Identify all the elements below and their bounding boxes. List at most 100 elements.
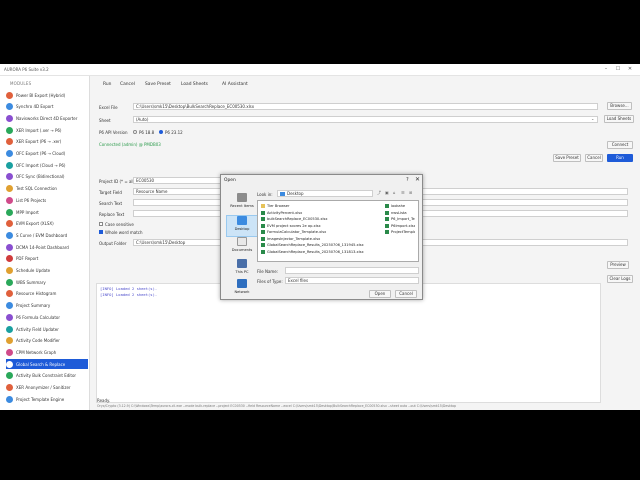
case-sensitive-checkbox[interactable] [99,222,103,226]
cancel-menu[interactable]: Cancel [120,82,135,87]
file-list[interactable]: Tier Browser ActivityPercent.xlsx bulkSear… [257,200,419,262]
place-recent-items[interactable]: Recent Items [226,193,258,215]
ai-assistant-menu[interactable]: AI Assistant [222,82,248,87]
whole-word-checkbox[interactable] [99,230,103,234]
load-sheets-menu[interactable]: Load Sheets [181,82,208,87]
file-item[interactable]: GlobalSearchReplace_Results_20250706_131… [261,249,364,255]
file-item[interactable]: GlobalSearchReplace_Results_20250706_131… [261,242,364,248]
home-icon[interactable]: ⌂ [393,190,396,195]
look-in-select[interactable]: Desktop [277,190,373,197]
sidebar-item[interactable]: Synchro 4D Export [6,102,88,112]
file-item[interactable]: Tier Browser [261,203,289,209]
sidebar-item[interactable]: Power BI Export (Hybrid) [6,90,88,100]
module-icon [6,243,13,251]
module-icon [6,267,13,274]
sidebar-item[interactable]: PDF Report [6,254,88,264]
sheet-select[interactable]: (Auto) [133,116,598,123]
sidebar-item[interactable]: S Curve / EVM Dashboard [6,230,88,240]
sidebar-item[interactable]: CPM Network Graph [6,347,88,357]
new-folder-icon[interactable]: ▣ [385,190,389,195]
excel-file-icon [261,217,265,221]
module-icon [6,126,13,134]
sidebar-item[interactable]: List P6 Projects [6,195,88,205]
save-preset-menu[interactable]: Save Preset [145,82,171,87]
sidebar-item[interactable]: DCMA 14-Point Dashboard [6,242,88,252]
status-bar: Ready. Oryx/Crypto (3.12.9) C:\Windows\T… [95,397,640,410]
cancel-button[interactable]: Cancel [585,154,603,162]
clear-logs-button[interactable]: Clear Logs [607,275,633,283]
sidebar-item-label: OFC Import (Cloud → P6) [16,162,66,168]
sidebar-item[interactable]: EVM Export (XLSX) [6,219,88,229]
documents-icon [237,237,247,246]
sidebar-item-label: Global Search & Replace [16,361,66,367]
sidebar-item[interactable]: OFC Import (Cloud → P6) [6,160,88,170]
maximize-button[interactable]: ☐ [614,66,622,73]
place-desktop[interactable]: Desktop [226,215,258,237]
list-view-icon[interactable]: ☰ [401,190,405,195]
dialog-cancel-button[interactable]: Cancel [395,290,417,298]
close-button[interactable]: ✕ [626,66,634,73]
sidebar-item[interactable]: Project Template Engine [6,394,88,404]
sidebar-item[interactable]: OFC Export (P6 → Cloud) [6,149,88,159]
sidebar-item[interactable]: Project Summary [6,301,88,311]
sidebar-item[interactable]: Global Search & Replace [6,359,88,370]
open-button[interactable]: Open [369,290,391,298]
run-button[interactable]: Run [607,154,633,162]
sidebar-item-label: Synchro 4D Export [16,104,54,110]
folder-up-icon[interactable]: ⤴ [377,190,381,196]
file-item[interactable]: bulkSearchReplace_EC00530.xlsx [261,216,327,222]
sidebar-item[interactable]: WBS Summary [6,277,88,287]
help-icon[interactable]: ? [406,177,409,183]
place-documents[interactable]: Documents [226,237,258,259]
sidebar-item-label: Project Summary [16,303,51,309]
p6-23-radio[interactable] [159,130,163,134]
sidebar-item[interactable]: Navisworks Direct 4D Exporter [6,113,88,123]
place-network[interactable]: Network [226,279,258,301]
sidebar-item[interactable]: P6 Formula Calculator [6,312,88,322]
run-menu[interactable]: Run [103,82,111,87]
sidebar-item[interactable]: Activity Code Modifier [6,336,88,346]
dialog-close-icon[interactable]: ✕ [415,176,420,183]
details-view-icon[interactable]: ⊞ [409,190,412,195]
sidebar-item[interactable]: Test SQL Connection [6,184,88,194]
file-item[interactable]: ImagesInjector_Template.xlsx [261,236,320,242]
sidebar-item[interactable]: MPP Import [6,207,88,217]
sidebar-item[interactable]: Resource Histogram [6,289,88,299]
log-panel[interactable]: [INFO] Loaded 2 sheet(s). [INFO] Loaded … [96,283,601,403]
sidebar-item[interactable]: Activity Bulk Constraint Editor [6,371,88,381]
excel-file-icon [385,210,389,215]
save-preset-button[interactable]: Save Preset [553,154,581,162]
sidebar-item-label: Resource Histogram [16,291,57,297]
place-this-pc[interactable]: This PC [226,259,258,281]
sidebar-item-label: CPM Network Graph [16,349,57,355]
sidebar-item[interactable]: Schedule Update [6,266,88,276]
file-item[interactable]: nwsLista [385,210,415,216]
files-of-type-select[interactable]: Excel files [285,277,419,284]
file-item[interactable]: ActivityPercent.xlsx [261,210,302,216]
sidebar-item[interactable]: XER Anonymizer / Sanitizer [6,383,88,393]
sidebar-item[interactable]: OFC Sync (Bidirectional) [6,172,88,182]
computer-icon [237,259,247,268]
file-item[interactable]: P6Import.xlsx [385,223,415,229]
browse-button[interactable]: Browse... [607,102,632,110]
sidebar-item[interactable]: Activity Field Updater [6,324,88,334]
minimize-button[interactable]: – [602,66,610,73]
sidebar-item[interactable]: XER Export (P6 → .xer) [6,137,88,147]
replace-text-label: Replace Text [99,212,125,217]
file-item[interactable]: EVM project scores 2e ap.xlsx [261,223,321,229]
sidebar-item-label: List P6 Projects [16,197,47,203]
excel-file-input[interactable]: C:\Users\smk15\Desktop\BulkSearchReplace… [133,103,598,110]
file-name-input[interactable] [285,267,419,274]
module-icon [6,161,13,169]
p6-18-radio[interactable] [133,130,137,134]
module-icon [6,360,13,368]
preview-button[interactable]: Preview [607,261,629,269]
sidebar-item[interactable]: XER Import (.xer → P6) [6,125,88,135]
sidebar-item-label: WBS Summary [16,279,46,285]
connect-button[interactable]: Connect [607,141,633,149]
load-sheets-button[interactable]: Load Sheets [604,115,634,123]
file-item[interactable]: lookahe [385,203,415,209]
file-item[interactable]: P6_Import_Tem [385,216,415,222]
file-item[interactable]: FormulaCalculator_Template.xlsx [261,229,326,235]
file-item[interactable]: ProjectTemplat [385,229,415,235]
